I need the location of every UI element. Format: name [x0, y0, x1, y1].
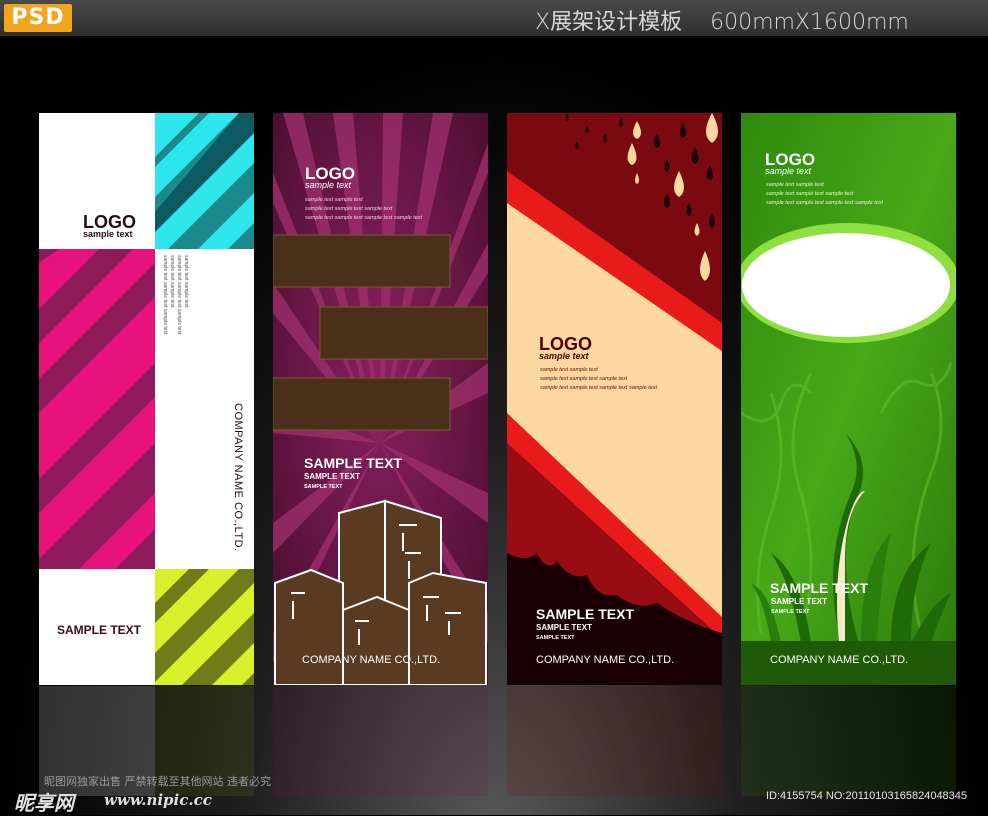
- panel-1-vline-3: sample text sample text: [169, 255, 175, 308]
- panel-4-reflection: [741, 686, 956, 796]
- panel-4-lines: sample text sample text sample text samp…: [766, 181, 883, 208]
- panel-1-vline-4: sample text sample text sample text: [162, 255, 168, 335]
- watermark-notice: 昵图网独家出售 严禁转载至其他网站 违者必究: [44, 775, 271, 788]
- panel-3-line-2: sample text sample text sample text: [540, 376, 628, 382]
- panel-2-heading: SAMPLE TEXT: [304, 455, 403, 471]
- panel-3-lines: sample text sample text sample text samp…: [540, 366, 657, 393]
- panel-4-sub-2: SAMPLE TEXT: [771, 609, 810, 615]
- panel-4-company: COMPANY NAME CO.,LTD.: [770, 654, 909, 666]
- panel-2-sub-1: SAMPLE TEXT: [304, 472, 361, 481]
- title-size: 600mmX1600mm: [710, 10, 909, 35]
- panel-2-lines: sample text sample text sample text samp…: [305, 196, 422, 223]
- panel-3-logo-sub: sample text: [539, 351, 589, 361]
- title-text: X展架设计模板: [535, 10, 683, 35]
- panel-1-logo-sub: sample text: [83, 229, 133, 239]
- stripes-olive: [155, 569, 254, 685]
- banner-panel-2: LOGO sample text sample text sample text…: [273, 113, 488, 685]
- banner-panel-1: LOGO sample text sample text sample text…: [39, 113, 254, 685]
- watermark-url: www.nipic.cc: [104, 791, 212, 809]
- panel-3-reflection: [507, 686, 722, 796]
- panel-1-vline-1: sample text sample text: [183, 255, 189, 308]
- panel-3-company: COMPANY NAME CO.,LTD.: [536, 654, 675, 666]
- panel-4-line-2: sample text sample text sample text: [766, 191, 854, 197]
- panel-3-heading: SAMPLE TEXT: [536, 606, 635, 622]
- panel-3-line-1: sample text sample text: [540, 367, 598, 373]
- watermark-id: ID:4155754 NO:20110103165824048345: [766, 790, 968, 802]
- panel-3-sub-1: SAMPLE TEXT: [536, 623, 593, 632]
- watermark-logo: 昵享网: [14, 791, 74, 815]
- panel-2-reflection: [273, 686, 488, 796]
- panel-1-company: COMPANY NAME CO.,LTD.: [232, 403, 244, 552]
- top-bar: PSD X展架设计模板 600mmX1600mm: [0, 0, 988, 36]
- panel-3-line-3: sample text sample text sample text samp…: [540, 385, 658, 391]
- page-title: X展架设计模板 600mmX1600mm: [535, 4, 909, 36]
- panel-1-vertical-text: sample text sample text sample text samp…: [159, 255, 239, 405]
- stripes-teal: [155, 113, 254, 249]
- panel-2-line-2: sample text sample text sample text: [305, 206, 393, 212]
- panel-2-sub-2: SAMPLE TEXT: [304, 484, 343, 490]
- panel-3-art: [507, 113, 722, 685]
- banner-panel-4: LOGO sample text sample text sample text…: [741, 113, 956, 685]
- panel-4-logo-sub: sample text: [765, 166, 812, 176]
- panel-1-vline-2: sample text sample text sample text: [176, 255, 182, 335]
- panel-4-line-3: sample text sample text sample text samp…: [766, 200, 884, 206]
- panel-1-sample-text: SAMPLE TEXT: [57, 623, 142, 637]
- banner-panel-3: LOGO sample text sample text sample text…: [507, 113, 722, 685]
- stripes-pink: [39, 249, 155, 569]
- panel-2-logo-sub: sample text: [305, 180, 352, 190]
- panel-3-sub-2: SAMPLE TEXT: [536, 635, 575, 641]
- panel-4-sub-1: SAMPLE TEXT: [771, 597, 828, 606]
- psd-badge: PSD: [4, 4, 72, 32]
- panel-2-line-3: sample text sample text sample text samp…: [305, 215, 423, 221]
- panel-4-heading: SAMPLE TEXT: [770, 580, 869, 596]
- panel-2-line-1: sample text sample text: [305, 197, 363, 203]
- panel-2-company: COMPANY NAME CO.,LTD.: [302, 654, 441, 666]
- panel-4-line-1: sample text sample text: [766, 182, 824, 188]
